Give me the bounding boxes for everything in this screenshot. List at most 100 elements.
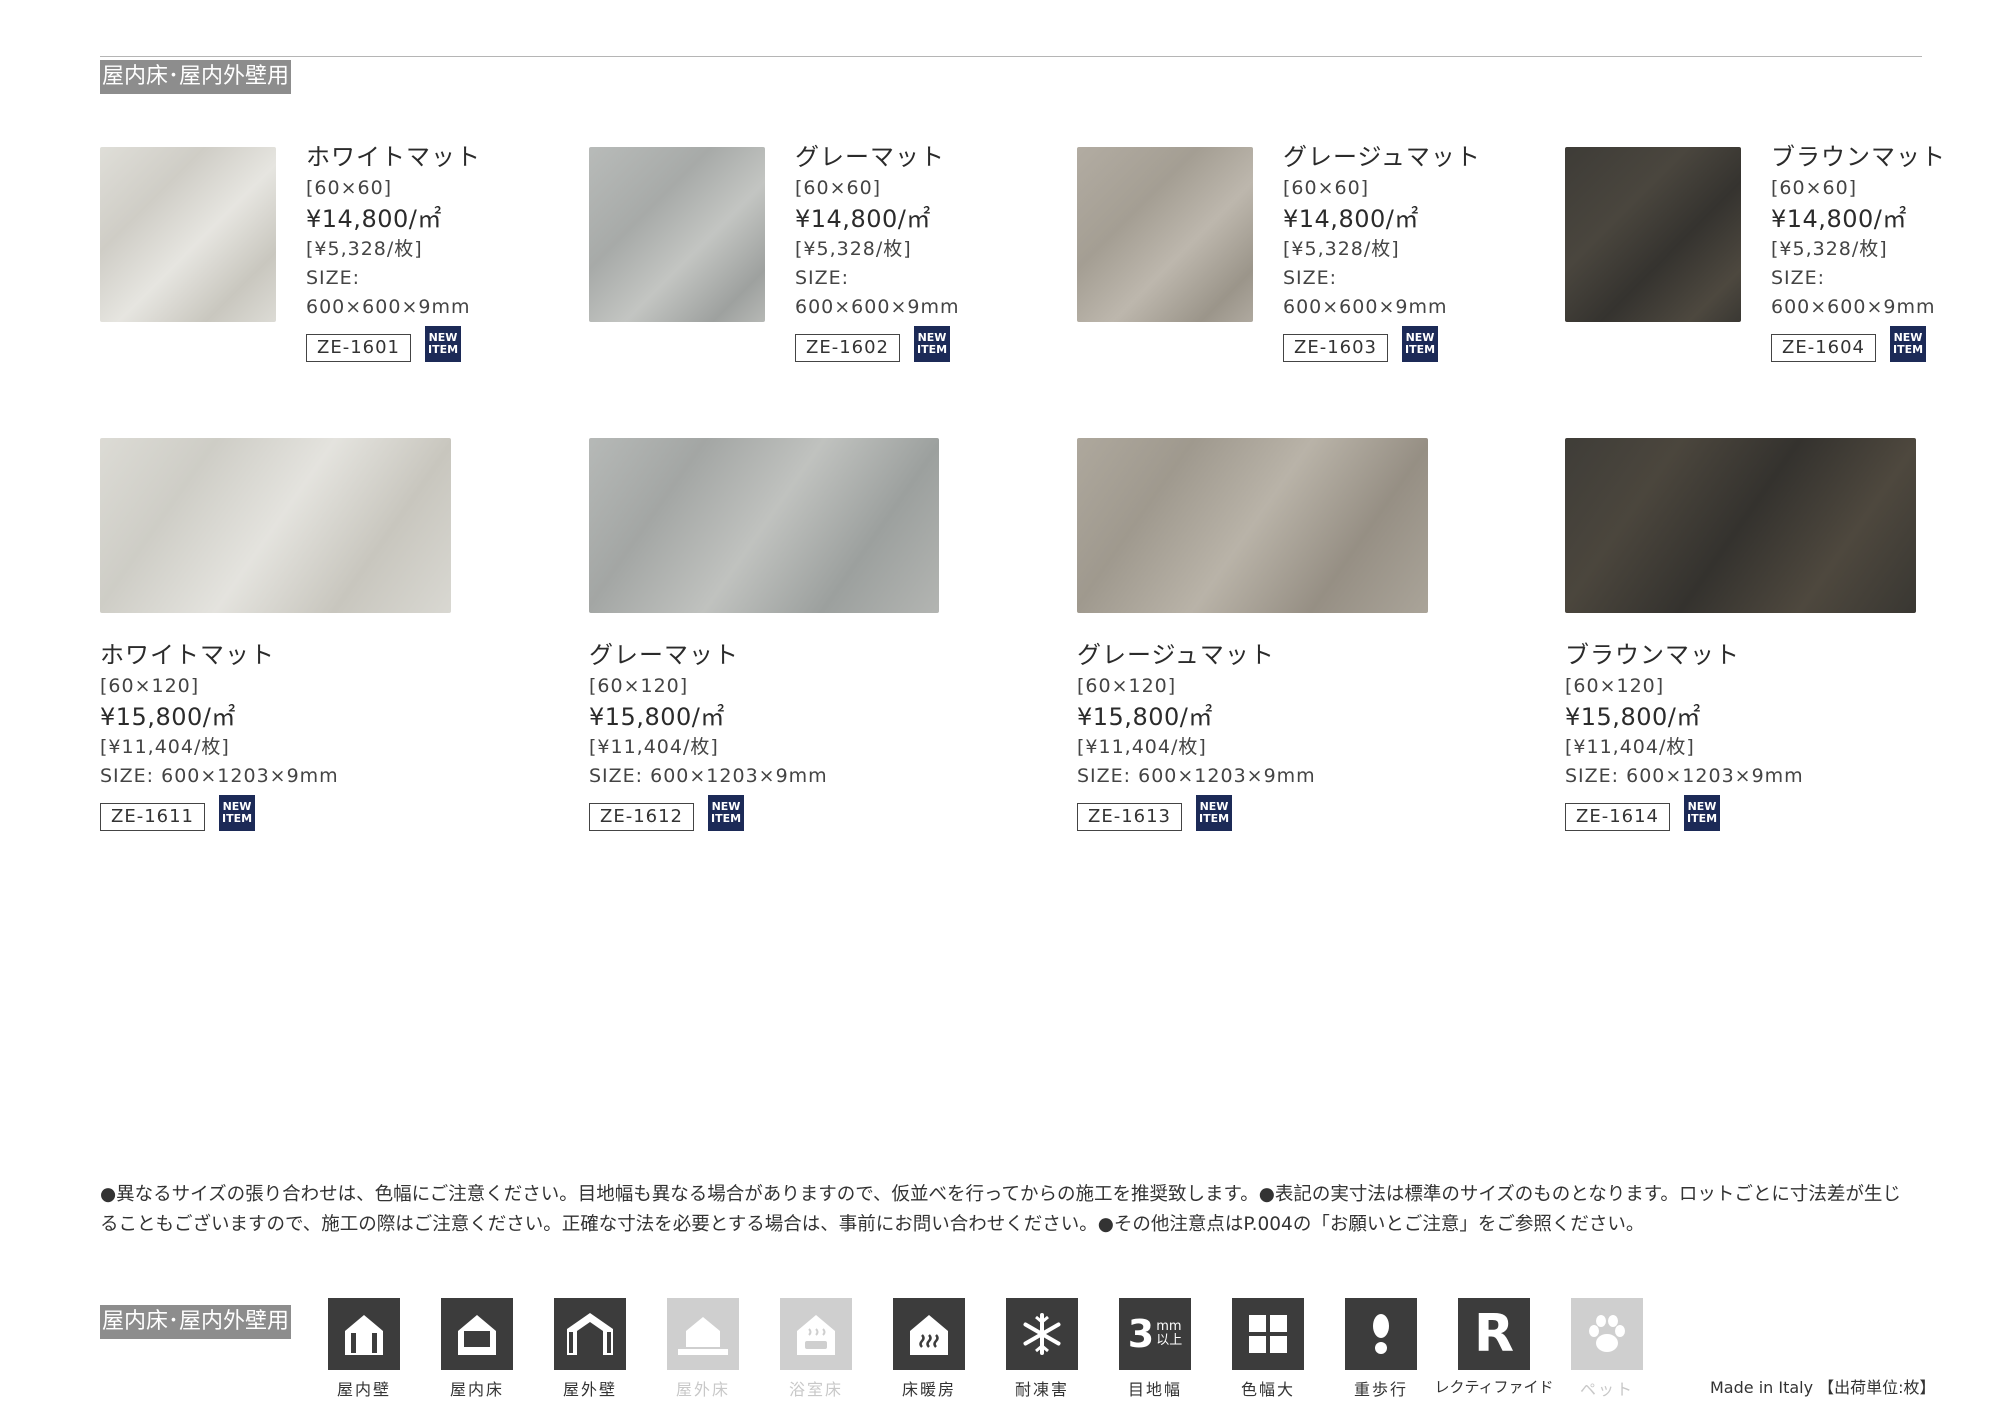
product-code: ZE-1602 <box>795 334 901 362</box>
usage-joint-width: 3 mm 以上 目地幅 <box>1119 1298 1191 1400</box>
new-item-badge: NEW ITEM <box>1890 326 1927 362</box>
per-piece-price: [¥11,404/枚] <box>589 736 719 758</box>
per-piece-price: [¥5,328/枚] <box>306 238 423 260</box>
size-label: [60×60] <box>306 177 393 199</box>
usage-frost-resistance: 耐凍害 <box>1006 1298 1078 1400</box>
product-info: グレージュマット [60×60] ¥14,800/㎡ [¥5,328/枚] SI… <box>1283 140 1481 362</box>
floor-heating-icon <box>893 1298 965 1370</box>
usage-color-variation: 色幅大 <box>1232 1298 1304 1400</box>
product-code: ZE-1604 <box>1771 334 1877 362</box>
top-rule <box>100 56 1922 57</box>
heavy-traffic-icon <box>1345 1298 1417 1370</box>
rectified-icon: R <box>1458 1298 1530 1370</box>
product-code: ZE-1612 <box>589 803 695 831</box>
usage-indoor-wall: 屋内壁 <box>328 1298 400 1400</box>
size-value: 600×600×9mm <box>1771 296 1936 318</box>
product-info: ホワイトマット [60×120] ¥15,800/㎡ [¥11,404/枚] S… <box>100 638 339 831</box>
usage-label: 耐凍害 <box>1014 1380 1069 1399</box>
size-title: SIZE: <box>1771 267 1826 289</box>
footer-section-title: 屋内床･屋内外壁用 <box>100 1305 292 1339</box>
usage-outdoor-wall: 屋外壁 <box>554 1298 626 1400</box>
tile-swatch-greige-60x60 <box>1077 147 1253 322</box>
usage-label: 屋内壁 <box>336 1380 391 1399</box>
product-name: ブラウンマット <box>1771 143 1946 171</box>
size-label: [60×120] <box>589 675 689 697</box>
size-title: SIZE: <box>795 267 850 289</box>
product-code: ZE-1603 <box>1283 334 1389 362</box>
per-piece-price: [¥11,404/枚] <box>1077 736 1207 758</box>
product-code: ZE-1611 <box>100 803 206 831</box>
usage-label: 重歩行 <box>1353 1380 1408 1399</box>
product-name: ホワイトマット <box>306 143 481 171</box>
product-info: グレーマット [60×60] ¥14,800/㎡ [¥5,328/枚] SIZE… <box>795 140 959 362</box>
tile-swatch-gray-60x120 <box>589 438 939 613</box>
product-name: グレージュマット <box>1283 143 1481 171</box>
size-value: SIZE: 600×1203×9mm <box>1077 765 1316 787</box>
usage-pet: ペット <box>1571 1298 1643 1400</box>
tile-swatch-white-60x120 <box>100 438 451 613</box>
usage-floor-heating: 床暖房 <box>893 1298 965 1400</box>
size-label: [60×60] <box>1283 177 1370 199</box>
product-code: ZE-1613 <box>1077 803 1183 831</box>
made-in-italy: Made in Italy 【出荷単位:枚】 <box>1710 1378 1936 1397</box>
indoor-floor-icon <box>441 1298 513 1370</box>
usage-label: 屋内床 <box>449 1380 504 1399</box>
color-variation-icon <box>1232 1298 1304 1370</box>
bathroom-floor-icon <box>780 1298 852 1370</box>
size-value: 600×600×9mm <box>306 296 471 318</box>
per-piece-price: [¥5,328/枚] <box>795 238 912 260</box>
price: ¥14,800/㎡ <box>795 205 931 233</box>
size-value: SIZE: 600×1203×9mm <box>100 765 339 787</box>
usage-indoor-floor: 屋内床 <box>441 1298 513 1400</box>
size-title: SIZE: <box>1283 267 1338 289</box>
price: ¥14,800/㎡ <box>306 205 442 233</box>
usage-rectified: R レクティファイド <box>1434 1298 1554 1400</box>
size-value: 600×600×9mm <box>795 296 960 318</box>
usage-label: 浴室床 <box>788 1380 843 1399</box>
joint-width-icon: 3 mm 以上 <box>1119 1298 1191 1370</box>
price: ¥15,800/㎡ <box>1077 703 1213 731</box>
usage-label: ペット <box>1579 1380 1634 1399</box>
size-label: [60×60] <box>1771 177 1858 199</box>
new-item-badge: NEW ITEM <box>425 326 462 362</box>
product-info: グレーマット [60×120] ¥15,800/㎡ [¥11,404/枚] SI… <box>589 638 828 831</box>
new-item-badge: NEW ITEM <box>1402 326 1439 362</box>
size-title: SIZE: <box>306 267 361 289</box>
notes: ●異なるサイズの張り合わせは、色幅にご注意ください。目地幅も異なる場合があります… <box>100 1180 1930 1240</box>
tile-swatch-greige-60x120 <box>1077 438 1428 613</box>
product-code: ZE-1601 <box>306 334 412 362</box>
price: ¥15,800/㎡ <box>589 703 725 731</box>
product-info: ホワイトマット [60×60] ¥14,800/㎡ [¥5,328/枚] SIZ… <box>306 140 481 362</box>
usage-label: 色幅大 <box>1240 1380 1295 1399</box>
tile-swatch-brown-60x120 <box>1565 438 1916 613</box>
section-title: 屋内床･屋内外壁用 <box>100 60 292 94</box>
usage-bathroom-floor: 浴室床 <box>780 1298 852 1400</box>
pet-icon <box>1571 1298 1643 1370</box>
per-piece-price: [¥11,404/枚] <box>100 736 230 758</box>
usage-label: 屋外床 <box>675 1380 730 1399</box>
usage-outdoor-floor: 屋外床 <box>667 1298 739 1400</box>
per-piece-price: [¥11,404/枚] <box>1565 736 1695 758</box>
frost-resistance-icon <box>1006 1298 1078 1370</box>
product-name: グレーマット <box>589 641 739 669</box>
product-info: ブラウンマット [60×60] ¥14,800/㎡ [¥5,328/枚] SIZ… <box>1771 140 1946 362</box>
product-code: ZE-1614 <box>1565 803 1671 831</box>
size-value: SIZE: 600×1203×9mm <box>589 765 828 787</box>
usage-label: 屋外壁 <box>562 1380 617 1399</box>
size-label: [60×120] <box>1565 675 1665 697</box>
note-line: ●異なるサイズの張り合わせは、色幅にご注意ください。目地幅も異なる場合があります… <box>100 1184 1901 1205</box>
product-name: ホワイトマット <box>100 641 275 669</box>
new-item-badge: NEW ITEM <box>219 795 256 831</box>
size-value: SIZE: 600×1203×9mm <box>1565 765 1804 787</box>
size-label: [60×120] <box>1077 675 1177 697</box>
size-value: 600×600×9mm <box>1283 296 1448 318</box>
new-item-badge: NEW ITEM <box>1196 795 1233 831</box>
price: ¥15,800/㎡ <box>100 703 236 731</box>
outdoor-floor-icon <box>667 1298 739 1370</box>
new-item-badge: NEW ITEM <box>914 326 951 362</box>
tile-swatch-gray-60x60 <box>589 147 765 322</box>
product-name: ブラウンマット <box>1565 641 1740 669</box>
product-info: グレージュマット [60×120] ¥15,800/㎡ [¥11,404/枚] … <box>1077 638 1316 831</box>
size-label: [60×60] <box>795 177 882 199</box>
indoor-wall-icon <box>328 1298 400 1370</box>
